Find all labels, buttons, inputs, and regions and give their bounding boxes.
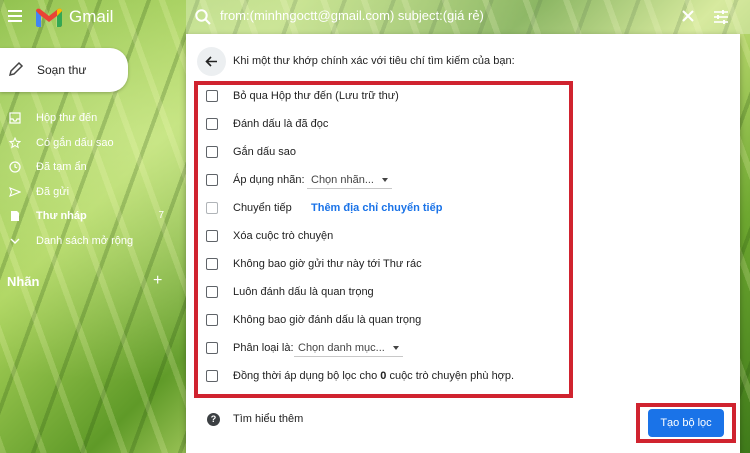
- checkbox[interactable]: [206, 202, 218, 214]
- filter-option-skip-inbox: Bỏ qua Hộp thư đến (Lưu trữ thư): [206, 88, 561, 106]
- back-button[interactable]: [197, 47, 226, 76]
- filter-option-delete: Xóa cuộc trò chuyện: [206, 228, 561, 246]
- option-label: Gắn dấu sao: [233, 146, 296, 158]
- option-label: Áp dụng nhãn:: [233, 174, 305, 186]
- gmail-logo-icon: [36, 8, 62, 27]
- filter-option-never-spam: Không bao giờ gửi thư này tới Thư rác: [206, 256, 561, 274]
- chevron-down-icon: [10, 238, 20, 244]
- option-label: Bỏ qua Hộp thư đến (Lưu trữ thư): [233, 90, 399, 102]
- option-label: Chuyển tiếp: [233, 202, 292, 214]
- sidebar-item-label: Đã gửi: [36, 185, 70, 198]
- checkbox[interactable]: [206, 314, 218, 326]
- create-filter-button[interactable]: Tạo bộ lọc: [648, 409, 724, 437]
- filter-option-apply-existing: Đồng thời áp dụng bộ lọc cho 0 cuộc trò …: [206, 368, 561, 386]
- sidebar-item-sent[interactable]: Đã gửi: [0, 180, 178, 205]
- inbox-icon: [9, 112, 21, 124]
- search-options-icon[interactable]: [712, 8, 730, 26]
- add-label-button[interactable]: +: [153, 273, 162, 289]
- filter-option-star: Gắn dấu sao: [206, 144, 561, 162]
- help-icon: ?: [207, 413, 220, 426]
- filter-option-apply-label: Áp dụng nhãn: Chọn nhãn...: [206, 172, 561, 190]
- caret-down-icon: [392, 346, 399, 351]
- search-input[interactable]: [220, 8, 690, 23]
- label-select[interactable]: Chọn nhãn...: [307, 172, 392, 189]
- filter-option-never-important: Không bao giờ đánh dấu là quan trọng: [206, 312, 561, 330]
- sidebar-item-drafts[interactable]: Thư nháp 7: [0, 204, 178, 229]
- category-select-value: Chọn danh mục...: [298, 342, 385, 354]
- add-forward-address-link[interactable]: Thêm địa chỉ chuyển tiếp: [311, 202, 442, 214]
- filter-option-mark-read: Đánh dấu là đã đọc: [206, 116, 561, 134]
- sidebar-item-count: 7: [158, 210, 164, 222]
- checkbox[interactable]: [206, 174, 218, 186]
- pencil-icon: [8, 61, 24, 77]
- checkbox[interactable]: [206, 90, 218, 102]
- option-label-prefix: Đồng thời áp dụng bộ lọc cho: [233, 370, 381, 382]
- option-label: Xóa cuộc trò chuyện: [233, 230, 334, 242]
- search-icon[interactable]: [194, 8, 212, 26]
- option-label: Luôn đánh dấu là quan trọng: [233, 286, 374, 298]
- menu-icon[interactable]: [8, 10, 22, 22]
- label-select-value: Chọn nhãn...: [311, 174, 374, 186]
- sidebar-item-label: Đã tạm ẩn: [36, 161, 87, 174]
- filter-option-forward: Chuyển tiếp Thêm địa chỉ chuyển tiếp: [206, 200, 561, 218]
- sidebar-item-starred[interactable]: Có gắn dấu sao: [0, 131, 178, 156]
- option-label: Không bao giờ đánh dấu là quan trọng: [233, 314, 422, 326]
- compose-button[interactable]: Soạn thư: [0, 48, 128, 92]
- checkbox[interactable]: [206, 118, 218, 130]
- filter-panel: Khi một thư khớp chính xác với tiêu chí …: [186, 34, 740, 453]
- filter-option-categorize: Phân loại là: Chọn danh mục...: [206, 340, 561, 358]
- sidebar-item-label: Có gắn dấu sao: [36, 136, 114, 149]
- sidebar-item-label: Danh sách mở rộng: [36, 234, 134, 247]
- checkbox[interactable]: [206, 342, 218, 354]
- sidebar-item-snoozed[interactable]: Đã tạm ẩn: [0, 155, 178, 180]
- option-label: Không bao giờ gửi thư này tới Thư rác: [233, 258, 422, 270]
- checkbox[interactable]: [206, 146, 218, 158]
- option-label: Phân loại là:: [233, 342, 294, 354]
- checkbox[interactable]: [206, 258, 218, 270]
- arrow-back-icon: [205, 56, 217, 67]
- option-label: Đồng thời áp dụng bộ lọc cho 0 cuộc trò …: [233, 370, 514, 382]
- labels-heading: Nhãn: [7, 274, 40, 289]
- draft-icon: [11, 211, 19, 222]
- sidebar-item-more[interactable]: Danh sách mở rộng: [0, 229, 178, 254]
- clock-icon: [9, 161, 21, 173]
- checkbox[interactable]: [206, 286, 218, 298]
- filter-option-always-important: Luôn đánh dấu là quan trọng: [206, 284, 561, 302]
- sidebar-nav: Hộp thư đến Có gắn dấu sao Đã tạm ẩn Đã …: [0, 106, 178, 254]
- category-select[interactable]: Chọn danh mục...: [294, 340, 403, 357]
- compose-label: Soạn thư: [37, 63, 87, 77]
- top-bar: Gmail: [0, 0, 750, 34]
- search-bar: [186, 0, 750, 34]
- sidebar-item-inbox[interactable]: Hộp thư đến: [0, 106, 178, 131]
- checkbox[interactable]: [206, 370, 218, 382]
- app-name: Gmail: [69, 7, 114, 26]
- checkbox[interactable]: [206, 230, 218, 242]
- option-label-suffix: cuộc trò chuyện phù hợp.: [386, 370, 515, 382]
- option-label: Đánh dấu là đã đọc: [233, 118, 329, 130]
- sidebar-item-label: Thư nháp: [36, 210, 87, 223]
- sidebar-item-label: Hộp thư đến: [36, 112, 98, 124]
- caret-down-icon: [382, 178, 388, 183]
- star-icon: [9, 136, 21, 149]
- filter-header: Khi một thư khớp chính xác với tiêu chí …: [233, 55, 515, 67]
- close-icon[interactable]: [680, 8, 696, 24]
- learn-more-link[interactable]: Tìm hiểu thêm: [233, 413, 303, 425]
- send-icon: [9, 186, 21, 197]
